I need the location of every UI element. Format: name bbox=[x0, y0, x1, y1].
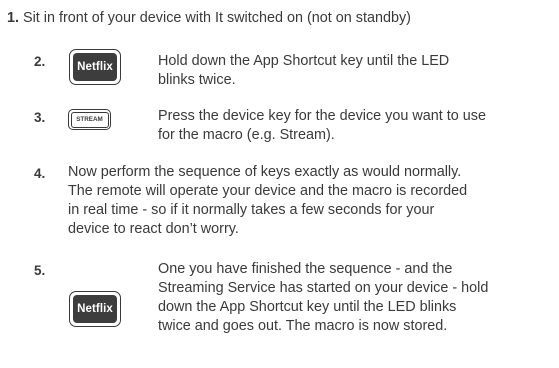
step-5-line-4: twice and goes out. The macro is now sto… bbox=[158, 318, 448, 334]
step-1-text: Sit in front of your device with It swit… bbox=[23, 10, 411, 26]
step-2-number: 2. bbox=[34, 54, 46, 69]
step-3-line-1: Press the device key for the device you … bbox=[158, 108, 486, 124]
stream-key-icon: STREAM bbox=[68, 109, 111, 130]
step-4-number: 4. bbox=[34, 166, 46, 181]
step-4-line-2: The remote will operate your device and … bbox=[68, 183, 468, 199]
step-1: 1. Sit in front of your device with It s… bbox=[7, 9, 411, 29]
step-5-number: 5. bbox=[34, 263, 46, 278]
netflix-key-label: Netflix bbox=[73, 295, 117, 323]
step-2-line-1: Hold down the App Shortcut key until the… bbox=[158, 53, 450, 69]
step-5-line-3: down the App Shortcut key until the LED … bbox=[158, 299, 457, 315]
step-5-line-2: Streaming Service has started on your de… bbox=[158, 280, 489, 296]
step-2-line-2: blinks twice. bbox=[158, 72, 236, 88]
netflix-key-label: Netflix bbox=[73, 53, 117, 81]
step-1-number: 1. bbox=[7, 10, 20, 26]
step-4-line-1: Now perform the sequence of keys exactly… bbox=[68, 164, 462, 180]
step-4-line-3: in real time - so if it normally takes a… bbox=[68, 202, 435, 218]
step-4-line-4: device to react don’t worry. bbox=[68, 221, 239, 237]
step-3-line-2: for the macro (e.g. Stream). bbox=[158, 127, 335, 143]
netflix-key-icon: Netflix bbox=[69, 49, 121, 85]
stream-key-label: STREAM bbox=[70, 111, 109, 128]
netflix-key-icon: Netflix bbox=[69, 291, 121, 327]
step-3-number: 3. bbox=[34, 110, 46, 125]
step-5-line-1: One you have finished the sequence - and… bbox=[158, 261, 453, 277]
